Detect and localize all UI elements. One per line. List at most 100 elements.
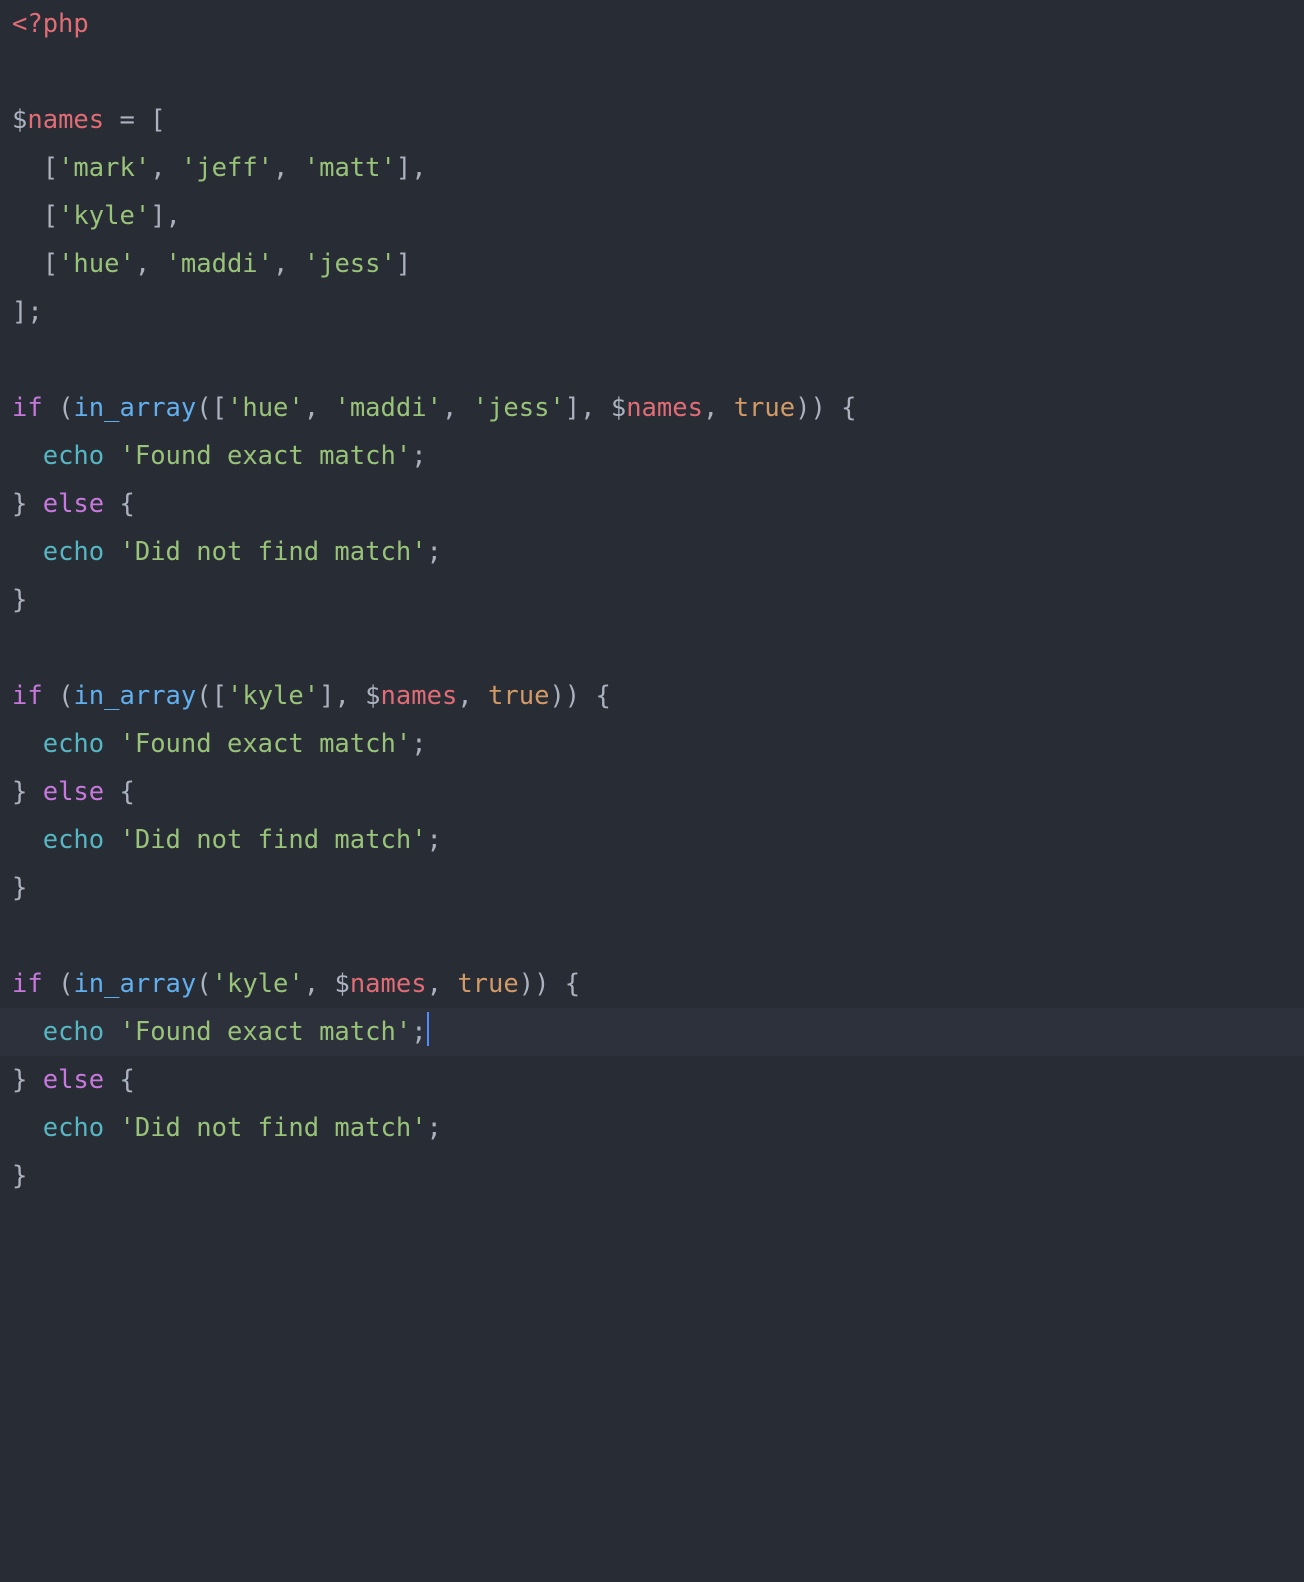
code-token: [ (12, 201, 58, 231)
code-token: ; (427, 825, 442, 855)
code-line[interactable]: } else { (0, 768, 1304, 816)
code-token: ], (396, 153, 427, 183)
code-token (12, 825, 43, 855)
code-token: } (12, 1161, 27, 1191)
code-token: $ (365, 681, 380, 711)
code-token: true (734, 393, 795, 423)
code-line[interactable]: <?php (0, 0, 1304, 48)
code-token: ], (565, 393, 611, 423)
code-line[interactable]: echo 'Did not find match'; (0, 816, 1304, 864)
code-token: 'maddi' (166, 249, 273, 279)
code-token: 'jess' (304, 249, 396, 279)
code-token: } (12, 777, 43, 807)
code-token: if (12, 681, 43, 711)
code-token (104, 729, 119, 759)
code-token: 'maddi' (334, 393, 441, 423)
code-token (12, 729, 43, 759)
code-token: 'hue' (58, 249, 135, 279)
code-token: 'mark' (58, 153, 150, 183)
code-token: ; (427, 1113, 442, 1143)
code-token: , (135, 249, 166, 279)
code-token: else (43, 777, 104, 807)
code-token: if (12, 969, 43, 999)
code-token: )) { (549, 681, 610, 711)
code-token: 'Did not find match' (120, 825, 427, 855)
code-token: echo (43, 441, 104, 471)
code-token: , (273, 249, 304, 279)
code-token: 'jess' (473, 393, 565, 423)
code-line[interactable] (0, 624, 1304, 672)
code-line[interactable]: } else { (0, 1056, 1304, 1104)
code-token: if (12, 393, 43, 423)
code-token: { (104, 489, 135, 519)
code-token: echo (43, 825, 104, 855)
code-line[interactable]: ]; (0, 288, 1304, 336)
code-line[interactable] (0, 912, 1304, 960)
code-token: 'jeff' (181, 153, 273, 183)
code-token (12, 1017, 43, 1047)
code-token: ] (396, 249, 411, 279)
text-cursor (427, 1012, 429, 1046)
code-line[interactable]: ['mark', 'jeff', 'matt'], (0, 144, 1304, 192)
code-token: echo (43, 1113, 104, 1143)
code-token: names (27, 105, 104, 135)
code-token: ; (411, 729, 426, 759)
code-token: in_array (73, 393, 196, 423)
code-token: $ (611, 393, 626, 423)
code-token: else (43, 489, 104, 519)
code-token: ], (150, 201, 181, 231)
code-line[interactable]: if (in_array(['kyle'], $names, true)) { (0, 672, 1304, 720)
code-line[interactable] (0, 336, 1304, 384)
code-token: , (304, 393, 335, 423)
code-token: 'Found exact match' (120, 441, 412, 471)
code-token: 'matt' (304, 153, 396, 183)
code-token: 'kyle' (227, 681, 319, 711)
code-token: 'Found exact match' (120, 729, 412, 759)
code-line[interactable]: echo 'Found exact match'; (0, 1008, 1304, 1056)
code-token (104, 1017, 119, 1047)
code-line[interactable]: ['hue', 'maddi', 'jess'] (0, 240, 1304, 288)
code-token: ( (43, 681, 74, 711)
code-line[interactable]: echo 'Did not find match'; (0, 528, 1304, 576)
code-line[interactable]: } else { (0, 480, 1304, 528)
code-token: 'Did not find match' (120, 537, 427, 567)
code-token (12, 1113, 43, 1143)
code-token: { (104, 777, 135, 807)
code-token: } (12, 489, 43, 519)
code-line[interactable]: $names = [ (0, 96, 1304, 144)
code-line[interactable]: ['kyle'], (0, 192, 1304, 240)
code-token: , (427, 969, 458, 999)
code-token: , (150, 153, 181, 183)
code-line[interactable] (0, 48, 1304, 96)
code-token: 'Did not find match' (120, 1113, 427, 1143)
code-line[interactable]: echo 'Did not find match'; (0, 1104, 1304, 1152)
code-token: , (703, 393, 734, 423)
code-token: 'kyle' (58, 201, 150, 231)
code-token: names (381, 681, 458, 711)
code-token: , (304, 969, 335, 999)
code-line[interactable]: } (0, 864, 1304, 912)
code-token: in_array (73, 969, 196, 999)
code-token (104, 537, 119, 567)
code-token: $ (334, 969, 349, 999)
code-token: <?php (12, 9, 89, 39)
code-token: else (43, 1065, 104, 1095)
code-line[interactable]: echo 'Found exact match'; (0, 720, 1304, 768)
code-line[interactable]: echo 'Found exact match'; (0, 432, 1304, 480)
code-token: $ (12, 105, 27, 135)
code-line[interactable]: if (in_array(['hue', 'maddi', 'jess'], $… (0, 384, 1304, 432)
code-token: ([ (196, 393, 227, 423)
code-token: ( (196, 969, 211, 999)
code-line[interactable]: } (0, 576, 1304, 624)
code-token: , (457, 681, 488, 711)
code-token: } (12, 1065, 43, 1095)
code-token: ]; (12, 297, 43, 327)
code-token: = [ (104, 105, 165, 135)
code-line[interactable]: } (0, 1152, 1304, 1200)
code-token: echo (43, 1017, 104, 1047)
code-token: , (442, 393, 473, 423)
code-line[interactable]: if (in_array('kyle', $names, true)) { (0, 960, 1304, 1008)
code-token: ; (411, 1017, 426, 1047)
code-editor[interactable]: <?php$names = [ ['mark', 'jeff', 'matt']… (0, 0, 1304, 1200)
code-token: ([ (196, 681, 227, 711)
